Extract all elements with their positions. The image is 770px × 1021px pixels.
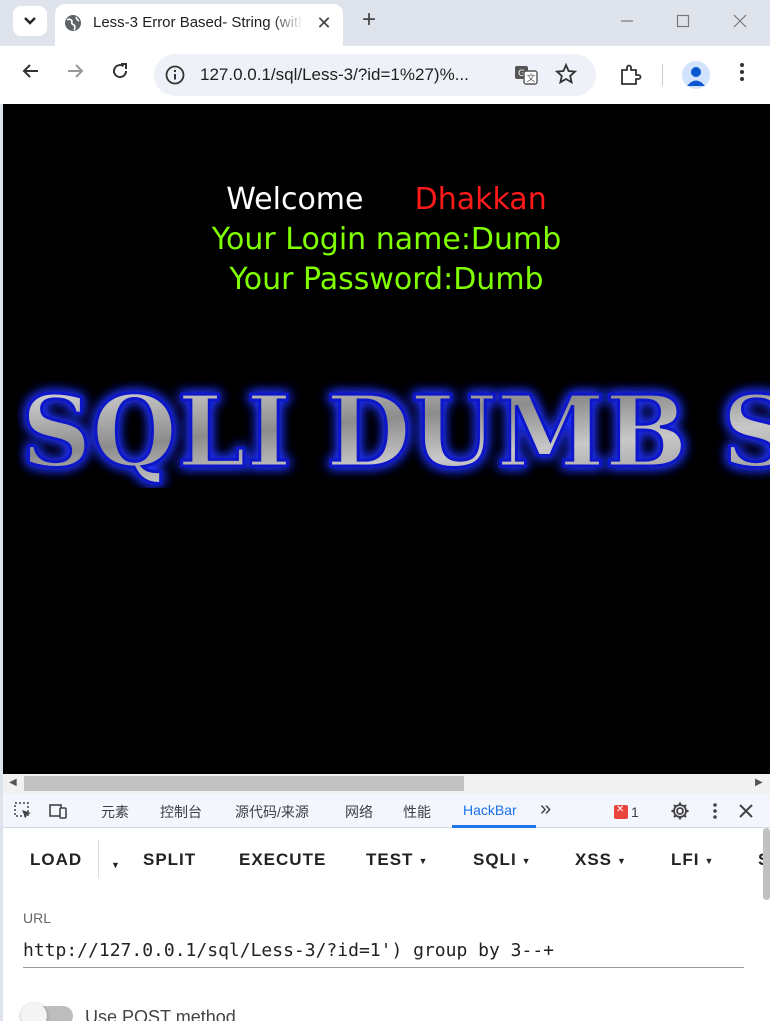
hackbar-panel: LOAD ▼ SPLIT EXECUTE TEST ▼ SQLI ▼ XSS ▼ LF… (3, 828, 770, 1021)
split-button[interactable]: SPLIT (143, 850, 196, 870)
browser-toolbar: 127.0.0.1/sql/Less-3/?id=1%27)%... G文 (0, 46, 770, 104)
welcome-line: Welcome Dhakkan (3, 182, 770, 217)
load-dropdown-caret[interactable]: ▼ (106, 854, 121, 874)
sqli-label: SQLI (473, 850, 517, 869)
xss-menu-button[interactable]: XSS ▼ (575, 850, 627, 870)
browser-menu-button[interactable] (734, 62, 750, 88)
chevron-down-icon: ▼ (704, 855, 715, 866)
devtools-tabbar: 元素 控制台 源代码/来源 网络 性能 HackBar » 1 (3, 794, 770, 828)
login-name-line: Your Login name:Dumb (211, 222, 562, 257)
tab-sources[interactable]: 源代码/来源 (235, 802, 309, 822)
tab-search-button[interactable] (13, 6, 47, 36)
error-count: 1 (631, 803, 639, 820)
xss-label: XSS (575, 850, 613, 869)
error-icon (614, 804, 628, 819)
bookmark-star-icon[interactable] (554, 62, 578, 86)
settings-gear-icon[interactable] (670, 801, 690, 821)
tab-console[interactable]: 控制台 (160, 802, 202, 822)
tab-strip: Less-3 Error Based- String (with Twist) … (0, 0, 770, 46)
translate-icon[interactable]: G文 (514, 64, 538, 86)
scrollbar-thumb[interactable] (24, 776, 464, 791)
sqli-menu-button[interactable]: SQLI ▼ (473, 850, 532, 870)
toggle-knob (21, 1003, 47, 1021)
post-method-label: Use POST method (85, 1007, 236, 1021)
maximize-icon[interactable] (668, 8, 698, 36)
chevron-down-icon: ▼ (617, 855, 627, 866)
scroll-left-icon[interactable]: ◀ (9, 777, 17, 788)
post-method-toggle[interactable] (21, 1003, 73, 1021)
lfi-label: LFI (671, 850, 700, 869)
minimize-icon[interactable] (612, 8, 642, 36)
welcome-text: Welcome (226, 182, 364, 217)
back-button[interactable] (16, 61, 46, 89)
lfi-menu-button[interactable]: LFI ▼ (671, 850, 714, 870)
forward-button[interactable] (60, 61, 90, 89)
reload-icon (113, 63, 128, 79)
arrow-left-icon (22, 64, 38, 78)
execute-button[interactable]: EXECUTE (239, 850, 326, 870)
extensions-puzzle-icon[interactable] (618, 63, 642, 87)
tab-network[interactable]: 网络 (345, 802, 373, 822)
more-vert-icon (740, 63, 744, 81)
sqli-dumb-series-banner: SQLI DUMB SERIES (20, 378, 770, 488)
browser-tab[interactable]: Less-3 Error Based- String (with Twist) … (55, 4, 343, 46)
arrow-right-icon (68, 64, 84, 78)
tab-close-icon[interactable]: ✕ (313, 12, 335, 34)
tab-elements[interactable]: 元素 (101, 802, 129, 822)
profile-avatar[interactable] (682, 61, 710, 89)
svg-text:文: 文 (527, 72, 536, 84)
tab-performance[interactable]: 性能 (403, 802, 431, 822)
toolbar-divider (662, 64, 663, 86)
info-icon[interactable] (164, 64, 186, 86)
more-tabs-icon[interactable]: » (540, 798, 551, 821)
url-label: URL (23, 910, 52, 926)
inspect-element-icon[interactable] (13, 801, 33, 821)
tab-hackbar[interactable]: HackBar (463, 802, 517, 818)
welcome-name: Dhakkan (414, 182, 547, 217)
chevron-down-icon (24, 17, 36, 25)
chevron-down-icon: ▼ (521, 855, 532, 866)
url-text[interactable]: 127.0.0.1/sql/Less-3/?id=1%27)%... (200, 65, 500, 85)
test-label: TEST (366, 850, 414, 869)
load-button[interactable]: LOAD (30, 850, 82, 870)
chevron-down-icon: ▼ (418, 855, 429, 866)
scroll-right-icon[interactable]: ▶ (755, 777, 763, 788)
more-vert-icon[interactable] (705, 801, 725, 821)
vertical-scrollbar-thumb[interactable] (763, 828, 770, 900)
globe-icon (65, 15, 81, 31)
window-close-icon[interactable] (725, 8, 755, 36)
url-input[interactable] (23, 934, 744, 968)
load-divider (98, 840, 99, 878)
person-icon (687, 67, 705, 86)
horizontal-scrollbar[interactable]: ◀ ▶ (3, 774, 770, 794)
device-toolbar-icon[interactable] (48, 801, 68, 821)
error-count-badge[interactable]: 1 (614, 803, 639, 821)
reload-button[interactable] (105, 61, 135, 89)
tab-title: Less-3 Error Based- String (with Twist) (93, 14, 303, 31)
chevron-down-icon: ▼ (111, 859, 121, 870)
banner-text: SQLI DUMB SERIES (21, 378, 770, 488)
close-devtools-icon[interactable] (736, 801, 756, 821)
new-tab-button[interactable]: + (356, 8, 382, 34)
page-viewport: Welcome Dhakkan Your Login name:Dumb You… (3, 104, 770, 774)
password-line: Your Password:Dumb (229, 262, 544, 297)
address-bar[interactable]: 127.0.0.1/sql/Less-3/?id=1%27)%... G文 (154, 54, 596, 96)
test-menu-button[interactable]: TEST ▼ (366, 850, 428, 870)
